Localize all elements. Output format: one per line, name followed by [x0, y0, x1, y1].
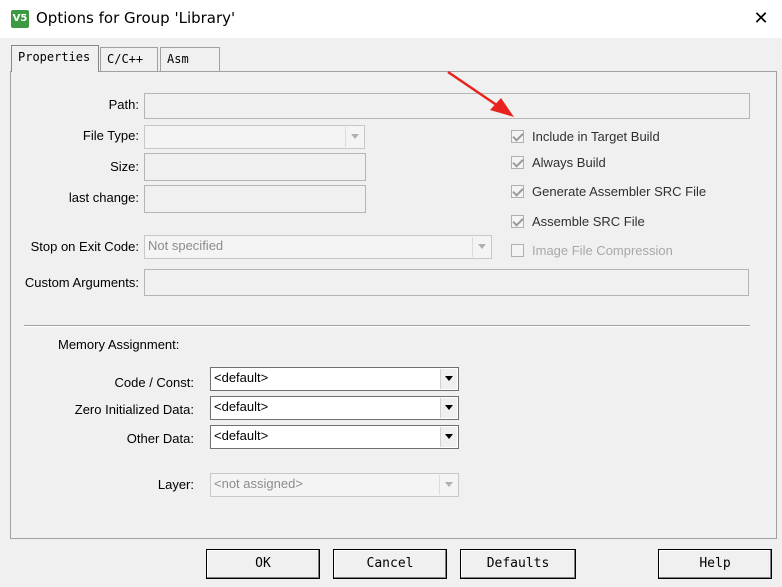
other-data-value: <default> [214, 428, 269, 443]
size-field [144, 153, 366, 181]
other-data-label: Other Data: [126, 431, 194, 446]
file-type-label: File Type: [82, 128, 139, 143]
window-title: Options for Group 'Library' [36, 9, 236, 27]
include-in-build-label: Include in Target Build [532, 129, 660, 144]
file-type-select [144, 125, 365, 149]
chevron-down-icon [439, 475, 457, 495]
chevron-down-icon [472, 237, 490, 257]
last-change-field [144, 185, 366, 213]
defaults-button[interactable]: Defaults [460, 549, 576, 579]
stop-on-exit-value: Not specified [148, 238, 224, 253]
layer-value: <not assigned> [214, 476, 303, 491]
custom-args-field [144, 269, 749, 296]
always-build-label: Always Build [532, 155, 606, 170]
last-change-label: last change: [68, 190, 139, 205]
path-label: Path: [108, 97, 139, 112]
custom-args-label: Custom Arguments: [24, 275, 139, 290]
chevron-down-icon[interactable] [440, 427, 457, 447]
tab-c-cpp[interactable]: C/C++ [100, 47, 158, 71]
layer-select: <not assigned> [210, 473, 459, 497]
code-const-select[interactable]: <default> [210, 367, 459, 391]
section-divider [24, 325, 750, 327]
cancel-button[interactable]: Cancel [333, 549, 447, 579]
chevron-down-icon [345, 127, 363, 147]
code-const-label: Code / Const: [114, 375, 195, 390]
stop-on-exit-select: Not specified [144, 235, 492, 259]
title-bar: V5 Options for Group 'Library' ✕ [0, 0, 782, 38]
chevron-down-icon[interactable] [440, 369, 457, 389]
path-field [144, 93, 750, 119]
chevron-down-icon[interactable] [440, 398, 457, 418]
tab-properties[interactable]: Properties [11, 45, 99, 72]
app-icon: V5 [11, 10, 29, 28]
zero-init-label: Zero Initialized Data: [74, 402, 194, 417]
zero-init-value: <default> [214, 399, 269, 414]
image-compression-checkbox [511, 244, 524, 257]
ok-button[interactable]: OK [206, 549, 320, 579]
generate-asm-src-label: Generate Assembler SRC File [532, 184, 707, 199]
layer-label: Layer: [157, 477, 194, 492]
memory-assignment-heading: Memory Assignment: [58, 337, 180, 352]
generate-asm-src-checkbox[interactable] [511, 185, 524, 198]
always-build-checkbox[interactable] [511, 156, 524, 169]
size-label: Size: [110, 159, 139, 174]
assemble-src-checkbox[interactable] [511, 215, 524, 228]
image-compression-label: Image File Compression [532, 243, 673, 258]
code-const-value: <default> [214, 370, 269, 385]
close-icon[interactable]: ✕ [741, 2, 781, 36]
other-data-select[interactable]: <default> [210, 425, 459, 449]
zero-init-select[interactable]: <default> [210, 396, 459, 420]
include-in-build-checkbox[interactable] [511, 130, 524, 143]
tab-asm[interactable]: Asm [160, 47, 220, 71]
help-button[interactable]: Help [658, 549, 772, 579]
stop-on-exit-label: Stop on Exit Code: [30, 239, 139, 254]
assemble-src-label: Assemble SRC File [532, 214, 645, 229]
